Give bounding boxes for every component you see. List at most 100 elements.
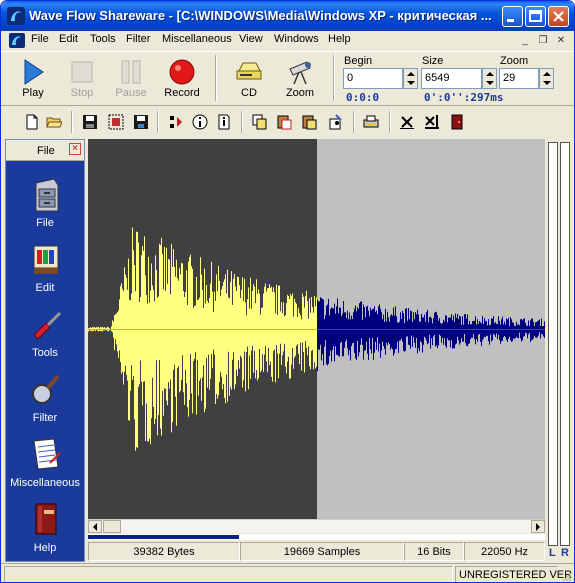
sidebar-item-miscellaneous[interactable]: Miscellaneous — [6, 433, 84, 495]
stop-icon — [71, 61, 93, 83]
mdi-close-button[interactable]: ✕ — [554, 35, 568, 48]
toolbar-separator — [389, 111, 391, 133]
horizontal-scrollbar[interactable] — [88, 519, 545, 533]
playback-progress-bar — [88, 534, 545, 540]
sidebar-item-tools[interactable]: Tools — [6, 303, 84, 365]
mdi-restore-button[interactable]: ❐ — [536, 35, 550, 48]
delete-icon[interactable] — [399, 114, 415, 130]
stop-label: Stop — [70, 87, 94, 99]
save-icon[interactable] — [82, 114, 98, 130]
vu-left-label: L — [549, 547, 556, 559]
edit-toolbar — [1, 105, 574, 135]
rate-info: 22050 Hz — [464, 542, 545, 561]
paste-icon[interactable] — [277, 114, 293, 130]
maximize-button[interactable] — [525, 6, 546, 27]
book-icon — [35, 503, 57, 535]
begin-input[interactable]: 0 — [343, 68, 403, 89]
zoom-input[interactable]: 29 — [499, 68, 539, 89]
sidebar-header: File × — [6, 140, 84, 161]
sidebar-miscellaneous-label: Miscellaneous — [10, 477, 80, 489]
sidebar-title: File — [37, 145, 55, 157]
file-info-bar: 39382 Bytes 19669 Samples 16 Bits 22050 … — [88, 542, 545, 561]
registration-status: UNREGISTERED VER — [455, 566, 572, 582]
menu-edit[interactable]: Edit — [59, 33, 78, 45]
toolbar-separator — [353, 111, 355, 133]
record-button[interactable]: Record — [160, 55, 204, 101]
sidebar-close-icon[interactable]: × — [69, 143, 81, 155]
crop-icon[interactable] — [424, 114, 440, 130]
resize-grip-icon[interactable] — [560, 570, 572, 582]
playback-progress-fill — [88, 535, 239, 539]
pause-button[interactable]: Pause — [109, 55, 153, 101]
paint-palette-icon — [33, 245, 59, 274]
play-button[interactable]: Play — [11, 55, 55, 101]
info-icon[interactable] — [192, 114, 208, 130]
new-file-icon[interactable] — [24, 114, 40, 130]
menu-tools[interactable]: Tools — [90, 33, 116, 45]
scroll-thumb[interactable] — [103, 520, 121, 533]
menu-view[interactable]: View — [239, 33, 263, 45]
document-wave-icon[interactable] — [9, 33, 25, 48]
zoom-label: Zoom — [285, 87, 315, 99]
scroll-left-arrow[interactable] — [88, 520, 102, 533]
vu-left-channel — [548, 142, 558, 546]
file-cabinet-icon — [35, 178, 59, 212]
menu-bar: File Edit Tools Filter Miscellaneous Vie… — [1, 31, 574, 50]
cd-label: CD — [241, 87, 257, 99]
insert-icon[interactable] — [168, 114, 184, 130]
sidebar-item-help[interactable]: Help — [6, 498, 84, 560]
menu-filter[interactable]: Filter — [126, 33, 150, 45]
begin-spinner[interactable] — [403, 68, 418, 89]
play-label: Play — [22, 87, 44, 99]
minimize-button[interactable] — [502, 6, 523, 27]
pause-label: Pause — [115, 87, 147, 99]
mdi-minimize-button[interactable]: _ — [518, 35, 532, 48]
properties-icon[interactable] — [216, 114, 232, 130]
magnifier-icon — [32, 374, 60, 404]
sidebar-panel: File × File Edit Tools Filter Miscellane… — [5, 139, 85, 562]
copy-icon[interactable] — [252, 114, 268, 130]
save-as-icon[interactable] — [133, 114, 149, 130]
title-bar[interactable]: Wave Flow Shareware - [C:\WINDOWS\Media\… — [1, 1, 574, 31]
status-bar: UNREGISTERED VER — [1, 563, 574, 582]
close-button[interactable] — [548, 6, 569, 27]
print-icon[interactable] — [363, 114, 379, 130]
sidebar-item-file[interactable]: File — [6, 173, 84, 235]
waveform-canvas[interactable] — [88, 139, 545, 519]
menu-windows[interactable]: Windows — [274, 33, 319, 45]
bytes-info: 39382 Bytes — [88, 542, 240, 561]
exit-door-icon[interactable] — [449, 114, 465, 130]
size-input[interactable]: 6549 — [421, 68, 482, 89]
zoom-spinner[interactable] — [539, 68, 554, 89]
record-icon — [169, 59, 195, 85]
sidebar-item-filter[interactable]: Filter — [6, 368, 84, 430]
size-label: Size — [422, 55, 444, 67]
toolbar-separator — [157, 111, 159, 133]
paste-mix-icon[interactable] — [302, 114, 318, 130]
menu-miscellaneous[interactable]: Miscellaneous — [162, 33, 232, 45]
zoom-button[interactable]: Zoom — [278, 55, 322, 101]
vu-right-channel — [560, 142, 570, 546]
toolbar-separator — [241, 111, 243, 133]
cd-button[interactable]: CD — [227, 55, 271, 101]
size-spinner[interactable] — [482, 68, 497, 89]
zoom-field-label: Zoom — [500, 55, 529, 67]
sidebar-help-label: Help — [33, 542, 57, 554]
open-folder-icon[interactable] — [46, 114, 62, 130]
waveform-view[interactable] — [88, 139, 545, 519]
menu-file[interactable]: File — [31, 33, 49, 45]
close-icon — [553, 11, 564, 22]
scroll-right-arrow[interactable] — [531, 520, 545, 533]
window-title: Wave Flow Shareware - [C:\WINDOWS\Media\… — [29, 8, 492, 23]
select-all-icon[interactable] — [108, 114, 124, 130]
transport-toolbar: Play Stop Pause Record CD Zoom Begin 0 0… — [1, 51, 574, 104]
menu-help[interactable]: Help — [328, 33, 351, 45]
begin-time-readout: 0:0:0 — [346, 91, 380, 104]
record-label: Record — [164, 87, 200, 99]
app-wave-icon — [7, 7, 25, 25]
screwdriver-icon — [33, 311, 62, 340]
pause-icon — [121, 60, 141, 84]
edit-wand-icon[interactable] — [327, 114, 343, 130]
stop-button[interactable]: Stop — [60, 55, 104, 101]
sidebar-item-edit[interactable]: Edit — [6, 238, 84, 300]
